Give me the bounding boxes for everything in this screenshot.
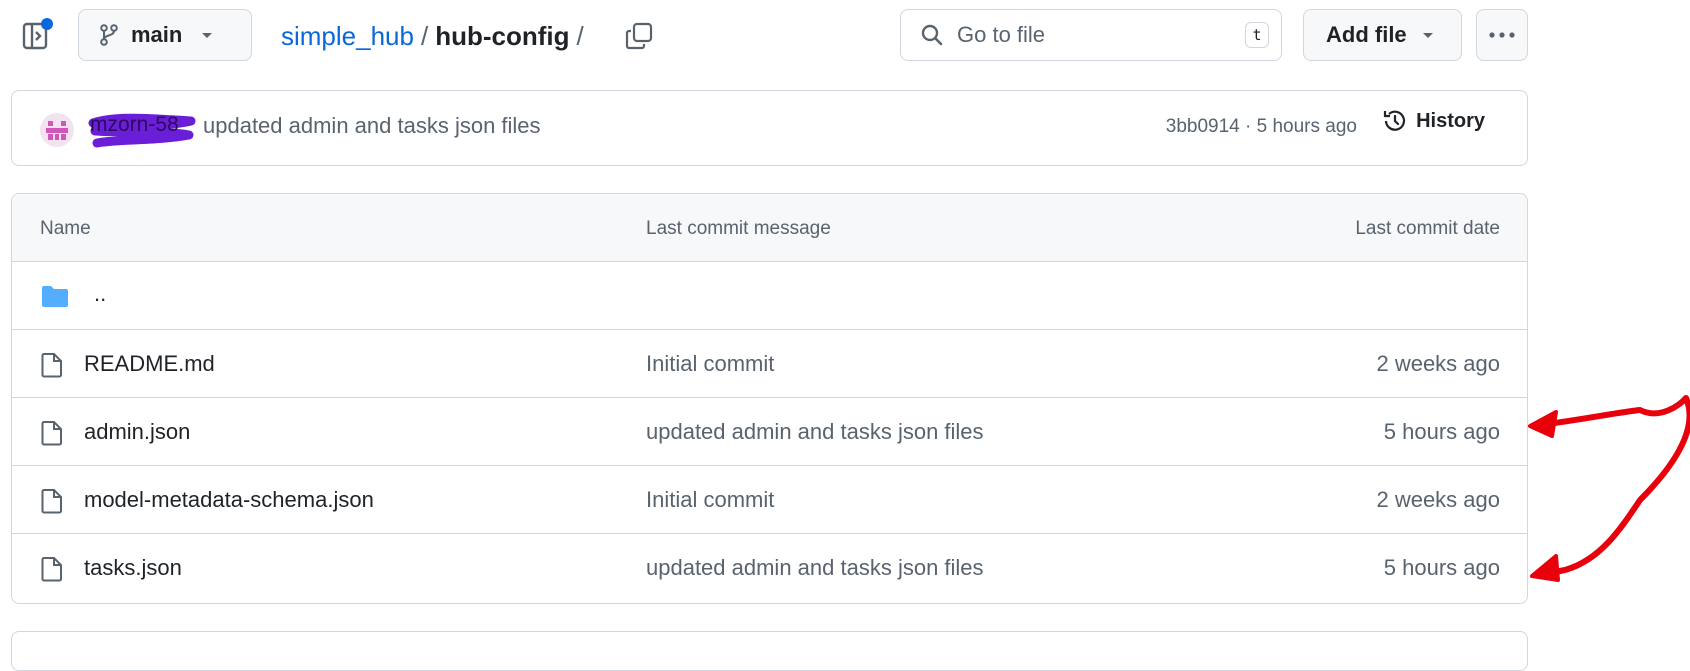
file-icon: [41, 557, 62, 582]
commit-date: 5 hours ago: [1383, 419, 1500, 444]
file-icon: [41, 353, 62, 378]
file-table: Name Last commit message Last commit dat…: [11, 193, 1528, 604]
branch-selector[interactable]: main: [78, 9, 252, 61]
commit-author-link[interactable]: mzorn-58: [90, 113, 179, 137]
more-options-button[interactable]: [1476, 9, 1528, 61]
file-icon: [41, 489, 62, 514]
avatar[interactable]: [40, 113, 74, 147]
file-name-link[interactable]: tasks.json: [84, 555, 182, 581]
identicon-avatar: [40, 113, 74, 147]
breadcrumb-current-dir: hub-config: [435, 20, 570, 51]
file-name-link[interactable]: README.md: [84, 351, 215, 377]
latest-commit-bar: mzorn-58 updated admin and tasks json fi…: [11, 90, 1528, 166]
copy-path-button[interactable]: [625, 22, 653, 50]
sidebar-toggle-button[interactable]: [22, 18, 56, 52]
table-row[interactable]: model-metadata-schema.json Initial commi…: [12, 466, 1527, 534]
search-shortcut-key: t: [1245, 22, 1269, 48]
commit-message-link[interactable]: updated admin and tasks json files: [203, 113, 541, 139]
readme-panel: [11, 631, 1528, 671]
breadcrumb-separator: /: [576, 20, 584, 51]
commit-message-link[interactable]: updated admin and tasks json files: [646, 419, 984, 445]
commit-message-link[interactable]: updated admin and tasks json files: [646, 555, 984, 581]
table-row[interactable]: admin.json updated admin and tasks json …: [12, 398, 1527, 466]
history-label: History: [1416, 109, 1485, 132]
table-row[interactable]: README.md Initial commit 2 weeks ago: [12, 330, 1527, 398]
breadcrumb: simple_hub / hub-config /: [281, 17, 591, 55]
file-icon: [41, 421, 62, 446]
add-file-button[interactable]: Add file: [1303, 9, 1462, 61]
column-header-name: Name: [40, 218, 91, 239]
commit-date: 5 hours ago: [1383, 555, 1500, 580]
git-branch-icon: [100, 24, 118, 46]
parent-directory-row[interactable]: ..: [12, 262, 1527, 330]
commit-date: 2 weeks ago: [1376, 487, 1500, 512]
search-icon: [921, 24, 943, 46]
column-header-date: Last commit date: [1355, 218, 1500, 239]
table-row[interactable]: tasks.json updated admin and tasks json …: [12, 534, 1527, 602]
sidebar-toggle-icon: [22, 18, 53, 50]
folder-icon: [42, 286, 68, 307]
kebab-horizontal-icon: [1489, 32, 1515, 38]
copy-icon: [625, 22, 653, 50]
go-to-file-input[interactable]: Go to file t: [900, 9, 1282, 61]
breadcrumb-separator: /: [420, 20, 429, 51]
commit-date: 2 weeks ago: [1376, 351, 1500, 376]
search-placeholder: Go to file: [957, 22, 1046, 47]
commit-message-link[interactable]: Initial commit: [646, 351, 774, 377]
history-button[interactable]: History: [1382, 108, 1485, 134]
add-file-label: Add file: [1326, 22, 1407, 47]
chevron-down-icon: [1422, 33, 1433, 38]
commit-sha-and-time[interactable]: 3bb0914 · 5 hours ago: [1166, 116, 1357, 138]
history-icon: [1383, 110, 1406, 131]
commit-message-link[interactable]: Initial commit: [646, 487, 774, 513]
chevron-down-icon: [202, 33, 213, 38]
file-name-link[interactable]: model-metadata-schema.json: [84, 487, 374, 513]
column-header-message: Last commit message: [646, 218, 831, 239]
parent-directory-link[interactable]: ..: [94, 281, 106, 307]
table-header: Name Last commit message Last commit dat…: [12, 194, 1527, 262]
file-name-link[interactable]: admin.json: [84, 419, 190, 445]
branch-name: main: [131, 22, 183, 47]
breadcrumb-repo-link[interactable]: simple_hub: [281, 21, 414, 52]
